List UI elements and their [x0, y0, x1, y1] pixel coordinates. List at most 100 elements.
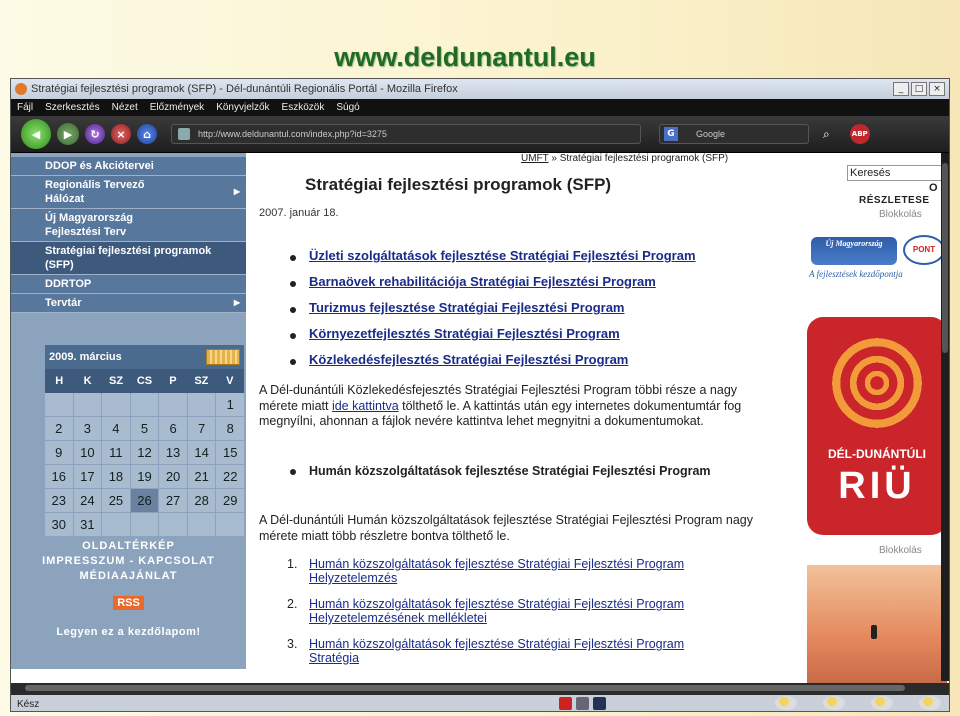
calendar-day[interactable]: 15: [216, 441, 244, 464]
calendar-day[interactable]: 12: [130, 441, 159, 464]
calendar-day[interactable]: 16: [45, 465, 73, 488]
sidebar-item-umft[interactable]: Új Magyarország Fejlesztési Terv: [11, 209, 246, 242]
calendar-day[interactable]: 31: [73, 513, 102, 536]
search-go-button[interactable]: O: [929, 182, 938, 194]
calendar-day[interactable]: 19: [130, 465, 159, 488]
scrollbar-thumb[interactable]: [942, 163, 948, 353]
shield-icon[interactable]: [593, 697, 606, 710]
calendar-day[interactable]: 10: [73, 441, 102, 464]
navigation-toolbar: ◀ ▶ ↻ × ⌂ http://www.deldunantul.com/ind…: [11, 116, 949, 153]
menu-history[interactable]: Előzmények: [150, 102, 204, 113]
sidebar-footer: OLDALTÉRKÉP IMPRESSZUM - KAPCSOLAT MÉDIA…: [11, 539, 246, 640]
sidebar-item-sfp[interactable]: Stratégiai fejlesztési programok (SFP): [11, 242, 246, 275]
site-search-input[interactable]: [847, 165, 949, 181]
impressum-link[interactable]: IMPRESSZUM - KAPCSOLAT: [11, 554, 246, 569]
sidebar-item-regionalis[interactable]: Regionális Tervező Hálózat ▶: [11, 176, 246, 209]
calendar-day[interactable]: 11: [102, 441, 130, 464]
bullet-icon: [290, 359, 296, 365]
calendar-day[interactable]: 29: [216, 489, 244, 512]
human-link-helyzetelemzes[interactable]: Humán közszolgáltatások fejlesztése Stra…: [309, 557, 709, 585]
calendar-day[interactable]: 23: [45, 489, 73, 512]
umft-banner[interactable]: Új Magyarország PONT A fejlesztések kezd…: [805, 225, 947, 285]
calendar-day[interactable]: 14: [187, 441, 216, 464]
list-number: 3.: [287, 637, 298, 651]
maximize-button[interactable]: □: [911, 82, 927, 96]
download-link[interactable]: ide kattintva: [332, 399, 399, 413]
calendar-empty-cell: [130, 513, 159, 536]
sfp-link-turizmus[interactable]: Turizmus fejlesztése Stratégiai Fejleszt…: [309, 300, 625, 315]
human-link-strategia[interactable]: Humán közszolgáltatások fejlesztése Stra…: [309, 637, 709, 665]
sfp-link-barnaovek[interactable]: Barnaövek rehabilitációja Stratégiai Fej…: [309, 274, 656, 289]
menu-edit[interactable]: Szerkesztés: [45, 102, 99, 113]
vertical-scrollbar[interactable]: [941, 153, 949, 681]
search-icon[interactable]: ⌕: [823, 127, 830, 142]
calendar-day[interactable]: 3: [73, 417, 102, 440]
sidebar-item-tervtar[interactable]: Tervtár ▶: [11, 294, 246, 313]
calendar-day[interactable]: 26: [130, 489, 159, 512]
calendar-day[interactable]: 28: [187, 489, 216, 512]
breadcrumb: ÚMFT » Stratégiai fejlesztési programok …: [521, 153, 728, 164]
page-content: DDOP és Akciótervei Regionális Tervező H…: [11, 153, 949, 683]
rss-button[interactable]: RSS: [113, 596, 144, 610]
scrollbar-thumb[interactable]: [25, 685, 905, 691]
calendar-day[interactable]: 27: [159, 489, 187, 512]
calendar-day[interactable]: 5: [130, 417, 159, 440]
weekday-label: K: [83, 375, 92, 387]
menu-tools[interactable]: Eszközök: [282, 102, 325, 113]
calendar-day[interactable]: 21: [187, 465, 216, 488]
breadcrumb-link[interactable]: ÚMFT: [521, 153, 549, 164]
adblock-button[interactable]: ABP: [849, 124, 870, 144]
horizontal-scrollbar[interactable]: [11, 683, 949, 693]
calendar-day[interactable]: 7: [187, 417, 216, 440]
calendar-day[interactable]: 22: [216, 465, 244, 488]
menu-view[interactable]: Nézet: [112, 102, 138, 113]
url-text: http://www.deldunantul.com/index.php?id=…: [198, 129, 387, 139]
calendar-day[interactable]: 20: [159, 465, 187, 488]
adblock-tab[interactable]: Blokkolás: [879, 209, 922, 220]
media-link[interactable]: MÉDIAAJÁNLAT: [11, 569, 246, 584]
sfp-link-kozlekedes[interactable]: Közlekedésfejlesztés Stratégiai Fejleszt…: [309, 352, 628, 367]
calendar-day[interactable]: 1: [216, 393, 244, 416]
reload-button[interactable]: ↻: [85, 124, 105, 144]
calendar-day[interactable]: 2: [45, 417, 73, 440]
human-link-mellekletek[interactable]: Humán közszolgáltatások fejlesztése Stra…: [309, 597, 709, 625]
sidebar-item-ddop[interactable]: DDOP és Akciótervei: [11, 157, 246, 176]
main-content: ÚMFT » Stratégiai fejlesztési programok …: [249, 153, 787, 683]
stop-button[interactable]: ×: [111, 124, 131, 144]
menu-file[interactable]: Fájl: [17, 102, 33, 113]
detailed-search-link[interactable]: RÉSZLETESE: [859, 195, 930, 206]
sidebar-item-ddrtop[interactable]: DDRTOP: [11, 275, 246, 294]
minimize-button[interactable]: _: [893, 82, 909, 96]
forward-button[interactable]: ▶: [57, 123, 79, 145]
calendar-day[interactable]: 6: [159, 417, 187, 440]
menu-bookmarks[interactable]: Könyvjelzők: [216, 102, 269, 113]
sfp-link-kornyezet[interactable]: Környezetfejlesztés Stratégiai Fejleszté…: [309, 326, 620, 341]
menu-help[interactable]: Súgó: [336, 102, 359, 113]
sfp-link-uzleti[interactable]: Üzleti szolgáltatások fejlesztése Straté…: [309, 248, 696, 263]
close-button[interactable]: ×: [929, 82, 945, 96]
sitemap-link[interactable]: OLDALTÉRKÉP: [11, 539, 246, 554]
calendar-empty-cell: [102, 393, 130, 416]
search-box[interactable]: G Google: [659, 124, 809, 144]
download-icon[interactable]: [559, 697, 572, 710]
calendar-day[interactable]: 18: [102, 465, 130, 488]
calendar-day[interactable]: 4: [102, 417, 130, 440]
sidebar-item-label: Új Magyarország Fejlesztési Terv: [45, 212, 134, 238]
adblock-tab[interactable]: Blokkolás: [879, 545, 922, 556]
calendar-day[interactable]: 24: [73, 489, 102, 512]
calendar-day[interactable]: 25: [102, 489, 130, 512]
home-button[interactable]: ⌂: [137, 124, 157, 144]
calendar-icon[interactable]: [206, 349, 240, 365]
calendar-day[interactable]: 9: [45, 441, 73, 464]
riu-banner[interactable]: DÉL-DUNÁNTÚLI RIÜ: [807, 317, 947, 535]
sunset-photo[interactable]: [807, 565, 947, 683]
status-icons: [559, 697, 606, 710]
calendar-day[interactable]: 17: [73, 465, 102, 488]
address-bar[interactable]: http://www.deldunantul.com/index.php?id=…: [171, 124, 641, 144]
calendar-day[interactable]: 13: [159, 441, 187, 464]
calendar-day[interactable]: 8: [216, 417, 244, 440]
calendar-day[interactable]: 30: [45, 513, 73, 536]
set-homepage-link[interactable]: Legyen ez a kezdőlapom!: [11, 625, 246, 640]
back-button[interactable]: ◀: [21, 119, 51, 149]
addon-icon[interactable]: [576, 697, 589, 710]
